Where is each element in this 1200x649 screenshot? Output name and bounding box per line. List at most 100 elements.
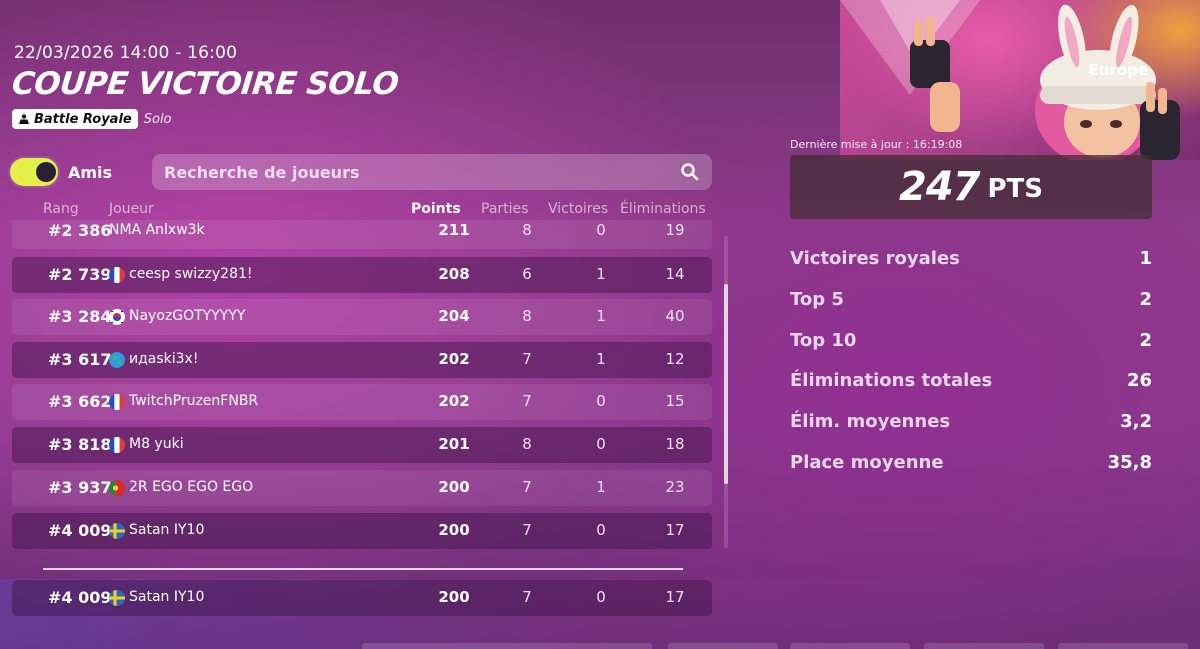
- bottom-button[interactable]: [924, 643, 1044, 649]
- row-points: 201: [438, 435, 470, 453]
- bottom-button[interactable]: [790, 643, 910, 649]
- own-player-row[interactable]: #4 009 Satan IY10 200 7 0 17: [12, 580, 712, 616]
- table-row[interactable]: #3 937 2R EGO EGO EGO 200 7 1 23: [12, 470, 712, 506]
- row-games: 7: [522, 350, 532, 368]
- row-wins: 0: [596, 521, 606, 539]
- row-player-name: Satan IY10: [129, 522, 205, 538]
- row-wins: 0: [596, 435, 606, 453]
- row-wins: 1: [596, 265, 606, 283]
- stat-value: 1: [1139, 248, 1152, 269]
- korea-flag-icon: [109, 309, 125, 325]
- table-row[interactable]: #3 284 NayozGOTYYYYY 204 8 1 40: [12, 299, 712, 335]
- row-rank: #2 739: [48, 265, 112, 284]
- row-player-name: 2R EGO EGO EGO: [129, 479, 254, 495]
- row-games: 7: [522, 521, 532, 539]
- row-player-name: NMA Anlxw3k: [109, 222, 205, 238]
- stat-label: Éliminations totales: [790, 370, 993, 391]
- row-rank: #2 386: [48, 221, 112, 240]
- portugal-flag-icon: [109, 480, 125, 496]
- leaderboard-list: #2 386 NMA Anlxw3k 211 8 0 19 #2 739 cee…: [12, 220, 712, 550]
- stat-label: Élim. moyennes: [790, 411, 951, 432]
- friends-toggle[interactable]: [10, 158, 58, 186]
- column-wins[interactable]: Victoires: [548, 201, 608, 217]
- table-row[interactable]: #3 818 M8 yuki 201 8 0 18: [12, 427, 712, 463]
- points-summary: 247 PTS: [790, 155, 1152, 219]
- points-value: 247: [898, 164, 980, 210]
- column-points[interactable]: Points: [411, 201, 461, 217]
- character-illustration: [840, 0, 1180, 160]
- stat-label: Top 5: [790, 289, 844, 310]
- bottom-button[interactable]: [362, 643, 652, 649]
- region-label: Europe: [1088, 61, 1148, 79]
- list-scrollbar-thumb[interactable]: [724, 284, 728, 484]
- table-row[interactable]: #2 386 NMA Anlxw3k 211 8 0 19: [12, 220, 712, 249]
- row-elims: 14: [665, 265, 685, 283]
- row-rank: #4 009: [48, 521, 112, 540]
- table-row[interactable]: #3 662 TwitchPruzenFNBR 202 7 0 15: [12, 384, 712, 420]
- row-points: 200: [438, 478, 470, 496]
- friends-toggle-label: Amis: [68, 162, 113, 182]
- column-elims[interactable]: Éliminations: [620, 201, 706, 217]
- row-games: 7: [522, 478, 532, 496]
- row-points: 208: [438, 265, 470, 283]
- row-points: 204: [438, 307, 470, 325]
- row-rank: #3 662: [48, 392, 112, 411]
- row-rank: #4 009: [48, 588, 112, 607]
- column-player: Joueur: [109, 201, 154, 217]
- sweden-flag-icon: [109, 590, 125, 606]
- globe-icon: [109, 352, 125, 368]
- bottom-button[interactable]: [1058, 643, 1188, 649]
- table-row[interactable]: #2 739 ceesp swizzy281! 208 6 1 14: [12, 257, 712, 293]
- row-elims: 19: [665, 221, 685, 239]
- row-elims: 40: [665, 307, 685, 325]
- row-wins: 1: [596, 478, 606, 496]
- row-points: 202: [438, 392, 470, 410]
- table-row[interactable]: #4 009 Satan IY10 200 7 0 17: [12, 513, 712, 549]
- character-artwork: Europe: [840, 0, 1200, 160]
- row-player-name: NayozGOTYYYYY: [129, 308, 246, 324]
- mode-badge: Battle Royale: [12, 109, 138, 129]
- row-points: 211: [438, 221, 470, 239]
- search-icon[interactable]: [680, 162, 700, 182]
- row-wins: 1: [596, 350, 606, 368]
- france-flag-icon: [109, 437, 125, 453]
- row-elims: 12: [665, 350, 685, 368]
- row-elims: 18: [665, 435, 685, 453]
- battle-royale-icon: [19, 114, 29, 124]
- row-wins: 0: [596, 588, 606, 606]
- row-player-name: M8 yuki: [129, 436, 184, 452]
- row-games: 7: [522, 588, 532, 606]
- stat-value: 26: [1126, 370, 1152, 391]
- row-rank: #3 617: [48, 350, 112, 369]
- row-wins: 0: [596, 392, 606, 410]
- search-input[interactable]: [164, 162, 680, 182]
- row-elims: 17: [665, 588, 685, 606]
- sweden-flag-icon: [109, 523, 125, 539]
- stat-value: 2: [1139, 289, 1152, 310]
- friends-toggle-wrap: Amis: [10, 158, 112, 186]
- stat-label: Top 10: [790, 330, 857, 351]
- row-games: 8: [522, 221, 532, 239]
- row-games: 8: [522, 435, 532, 453]
- row-rank: #3 818: [48, 435, 112, 454]
- bottom-button[interactable]: [668, 643, 778, 649]
- column-games[interactable]: Parties: [481, 201, 528, 217]
- stat-label: Place moyenne: [790, 452, 944, 473]
- row-games: 6: [522, 265, 532, 283]
- stat-value: 2: [1139, 330, 1152, 351]
- table-row[interactable]: #3 617 идаski3x! 202 7 1 12: [12, 342, 712, 378]
- row-elims: 23: [665, 478, 685, 496]
- row-games: 8: [522, 307, 532, 325]
- row-points: 202: [438, 350, 470, 368]
- stat-label: Victoires royales: [790, 248, 960, 269]
- row-player-name: Satan IY10: [129, 589, 205, 605]
- row-elims: 17: [665, 521, 685, 539]
- column-rank: Rang: [43, 201, 79, 217]
- row-rank: #3 937: [48, 478, 112, 497]
- divider: [43, 568, 683, 570]
- event-title: COUPE VICTOIRE SOLO: [10, 66, 401, 102]
- row-wins: 0: [596, 221, 606, 239]
- points-unit: PTS: [987, 174, 1044, 204]
- row-player-name: TwitchPruzenFNBR: [129, 393, 259, 409]
- player-search: [152, 154, 712, 190]
